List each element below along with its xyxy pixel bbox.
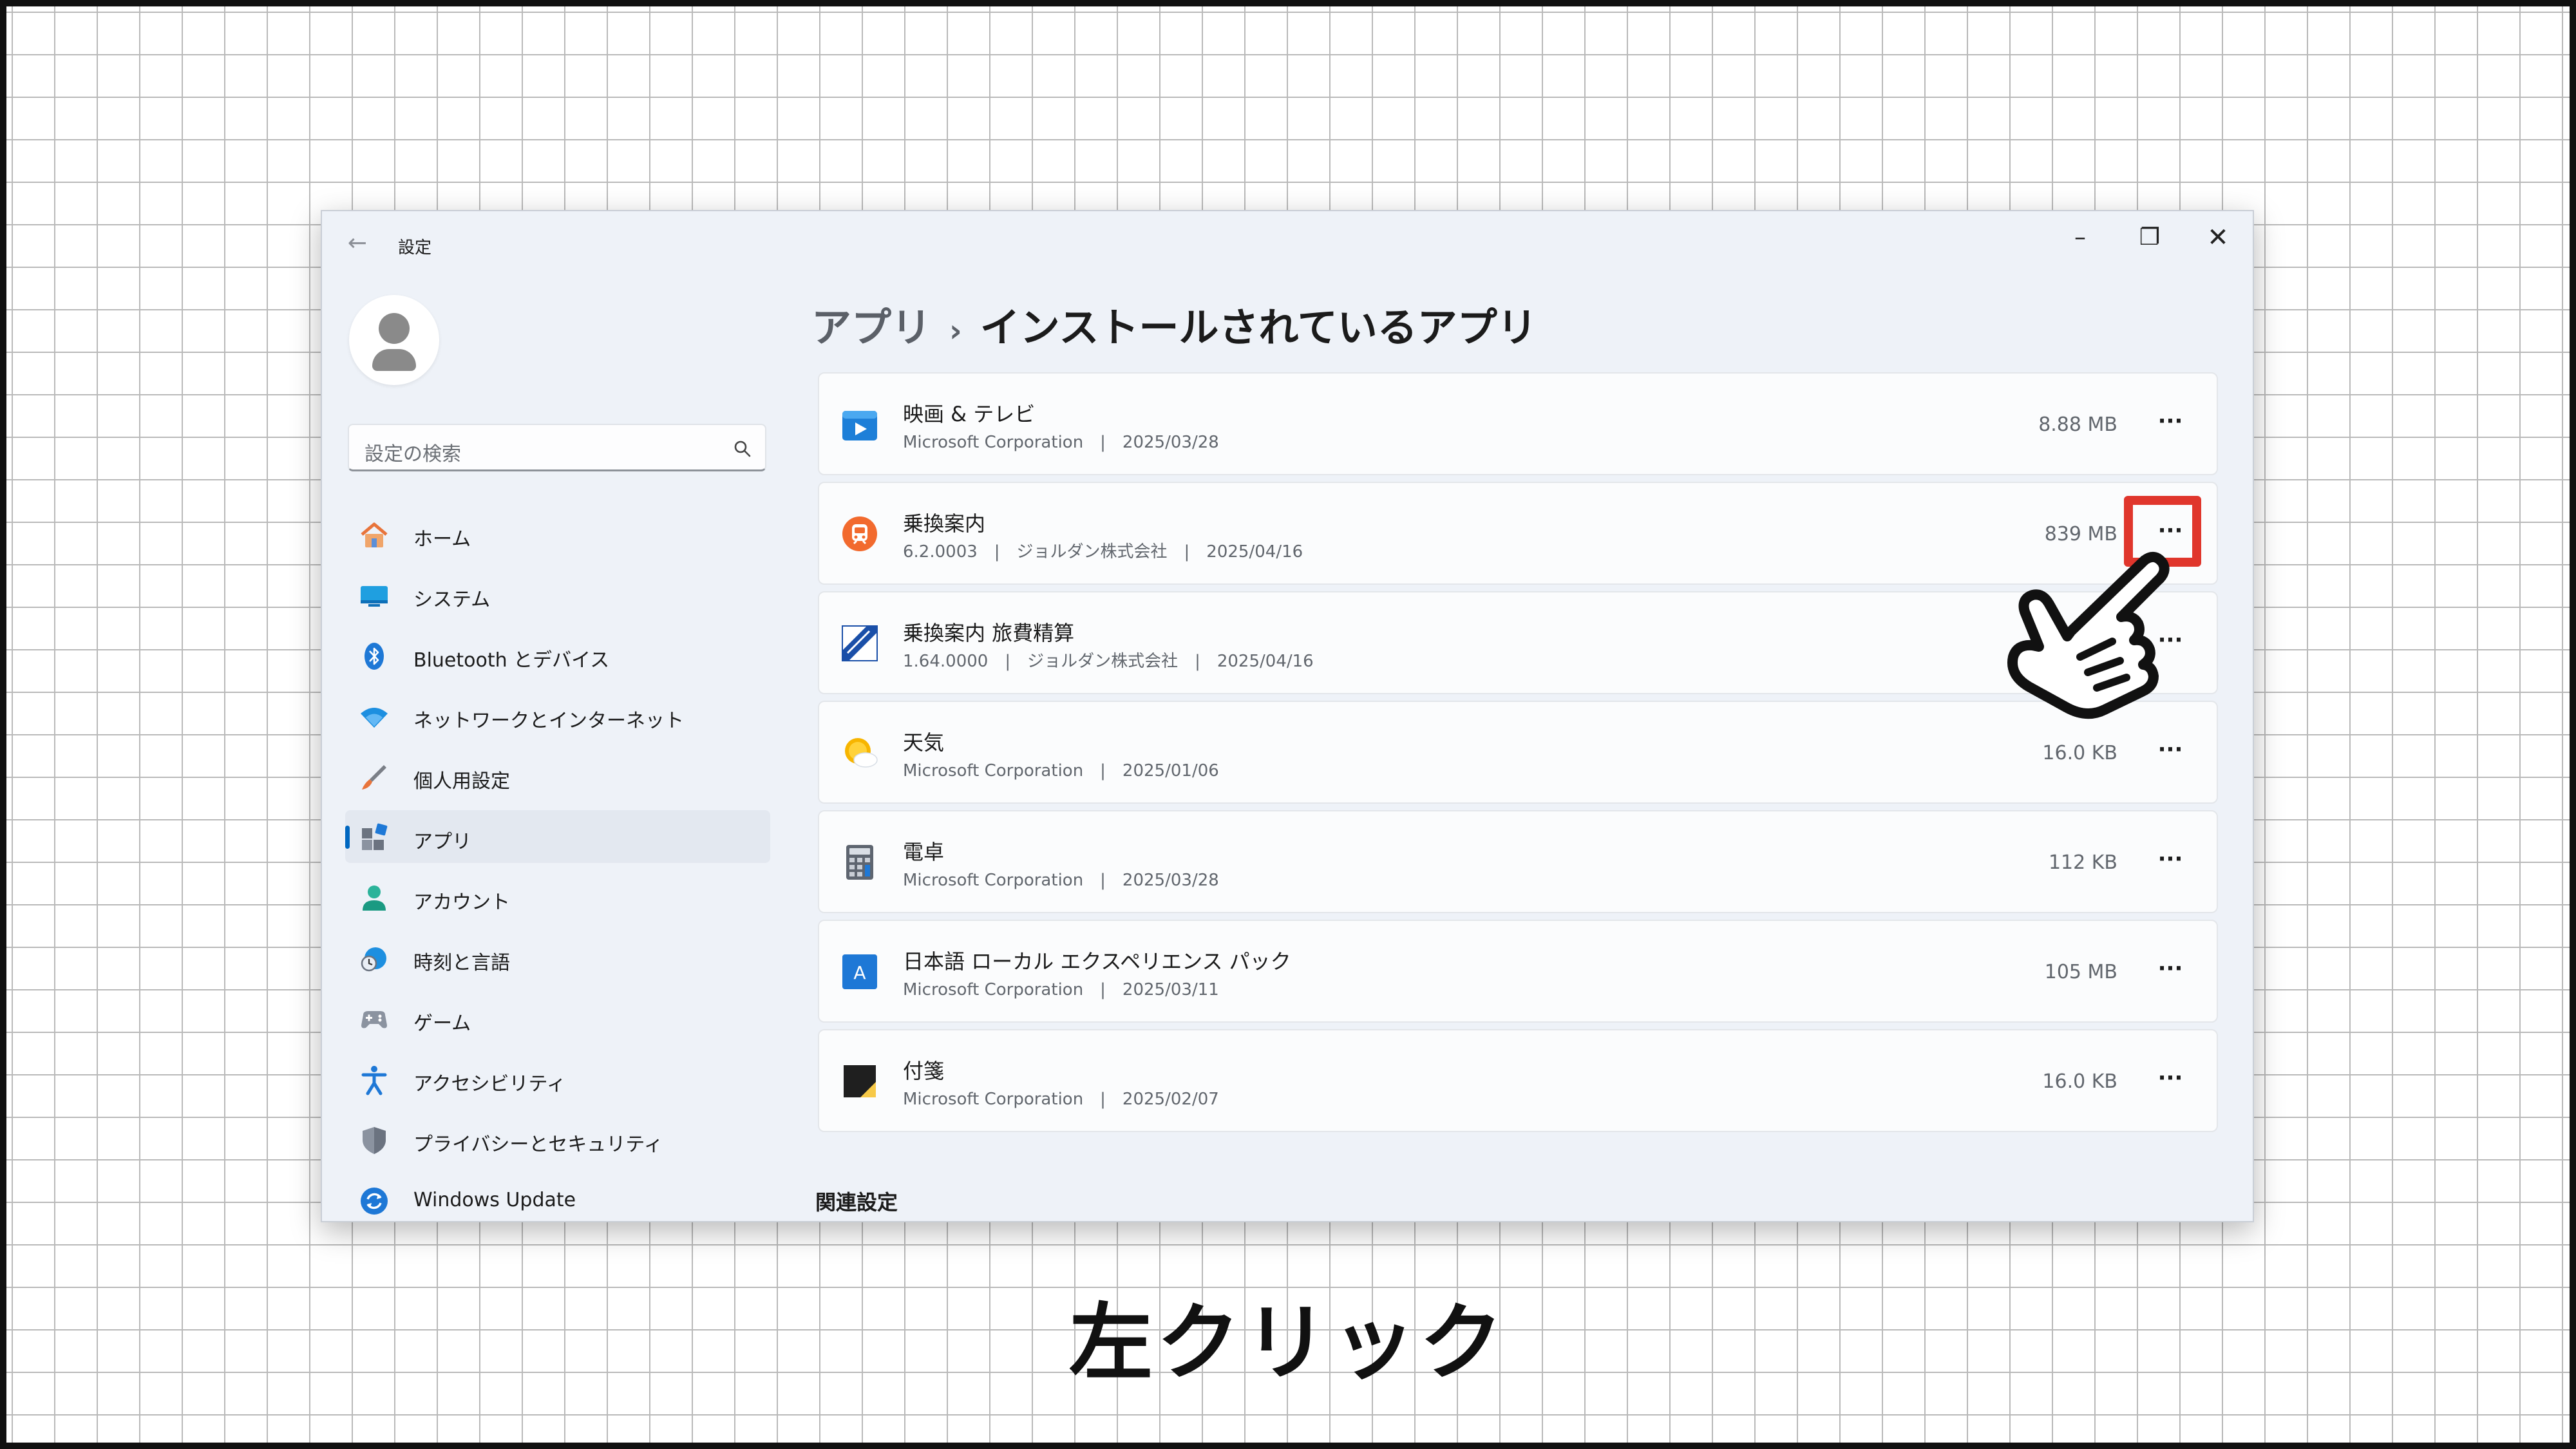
app-name: 乗換案内 <box>903 511 986 536</box>
update-icon <box>361 1188 388 1215</box>
sidebar-item-label: ホーム <box>413 528 471 551</box>
sidebar-item-label: アプリ <box>413 831 471 853</box>
system-icon <box>361 586 388 607</box>
breadcrumb-parent[interactable]: アプリ <box>811 304 931 351</box>
sidebar-item-accessibility[interactable]: アクセシビリティ <box>345 1052 770 1105</box>
account-icon <box>363 886 386 911</box>
search-placeholder: 設定の検索 <box>365 443 461 466</box>
search-icon <box>734 440 751 457</box>
avatar-head-icon <box>379 313 410 344</box>
sidebar-item-apps[interactable]: アプリ <box>345 810 770 863</box>
app-meta: 6.2.0003 | ジョルダン株式会社 | 2025/04/16 <box>903 542 1303 562</box>
sidebar-item-bluetooth[interactable]: Bluetooth とデバイス <box>345 629 770 681</box>
app-size: 16.0 KB <box>2042 1070 2117 1093</box>
sidebar-item-label: ネットワークとインターネット <box>413 710 684 732</box>
bluetooth-icon <box>365 643 384 670</box>
sidebar-item-label: Bluetooth とデバイス <box>413 649 610 672</box>
wifi-icon <box>361 708 388 728</box>
maximize-button[interactable]: ❐ <box>2117 215 2182 260</box>
window-title: 設定 <box>398 238 432 258</box>
sidebar-item-label: ゲーム <box>413 1012 471 1035</box>
more-options-button[interactable]: ··· <box>2151 952 2190 990</box>
app-meta: 1.64.0000 | ジョルダン株式会社 | 2025/04/16 <box>903 652 1314 671</box>
app-name: 電卓 <box>903 840 945 864</box>
sidebar-item-label: プライバシーとセキュリティ <box>413 1133 663 1156</box>
avatar[interactable] <box>349 295 439 385</box>
app-name: 乗換案内 旅費精算 <box>903 621 1075 645</box>
shield-icon <box>363 1127 386 1154</box>
sidebar-item-windows-update[interactable]: Windows Update <box>345 1173 770 1221</box>
svg-text:A: A <box>853 962 866 983</box>
app-meta: Microsoft Corporation | 2025/03/11 <box>903 980 1219 999</box>
sidebar-item-time-language[interactable]: 時刻と言語 <box>345 931 770 984</box>
app-size: 8.88 MB <box>2038 413 2117 436</box>
clock-globe-icon <box>361 947 386 972</box>
app-row-japanese-language-pack[interactable]: A 日本語 ローカル エクスペリエンス パック Microsoft Corpor… <box>818 920 2218 1023</box>
app-row-sticky-notes[interactable]: 付箋 Microsoft Corporation | 2025/02/07 16… <box>818 1029 2218 1132</box>
minimize-button[interactable]: – <box>2048 215 2112 260</box>
search-input[interactable]: 設定の検索 <box>348 424 766 471</box>
sidebar-item-network[interactable]: ネットワークとインターネット <box>345 689 770 742</box>
settings-window: ← 設定 – ❐ ✕ 設定の検索 ホーム システム Bluetooth とデバイ… <box>321 210 2254 1222</box>
page-title: インストールされているアプリ <box>980 304 1537 351</box>
app-name: 付箋 <box>903 1059 945 1083</box>
sidebar-item-label: システム <box>413 589 491 611</box>
more-options-button[interactable]: ··· <box>2151 404 2190 443</box>
app-name: 日本語 ローカル エクスペリエンス パック <box>903 949 1291 974</box>
language-pack-icon: A <box>842 954 877 989</box>
calculator-icon <box>846 845 873 880</box>
weather-icon <box>845 738 878 768</box>
sidebar-item-label: Windows Update <box>413 1189 576 1211</box>
app-name: 天気 <box>903 730 945 755</box>
breadcrumb-separator: › <box>949 313 962 349</box>
apps-icon <box>362 823 388 850</box>
train-icon <box>842 516 877 551</box>
caption: 左クリック <box>1068 1294 1507 1392</box>
app-size: 105 MB <box>2044 961 2117 983</box>
app-row-movies-tv[interactable]: 映画 & テレビ Microsoft Corporation | 2025/03… <box>818 372 2218 475</box>
gamepad-icon <box>361 1011 387 1028</box>
app-meta: Microsoft Corporation | 2025/02/07 <box>903 1090 1219 1109</box>
sticky-notes-icon <box>844 1065 876 1097</box>
back-arrow-icon[interactable]: ← <box>341 231 374 256</box>
related-settings-heading: 関連設定 <box>815 1190 898 1215</box>
app-meta: Microsoft Corporation | 2025/01/06 <box>903 761 1219 781</box>
app-size: 16.0 KB <box>2042 742 2117 764</box>
app-size: 112 KB <box>2048 851 2117 874</box>
close-button[interactable]: ✕ <box>2186 215 2250 260</box>
sidebar-item-label: 個人用設定 <box>413 770 510 793</box>
sidebar-item-gaming[interactable]: ゲーム <box>345 992 770 1045</box>
app-name: 映画 & テレビ <box>903 402 1036 426</box>
sidebar-item-home[interactable]: ホーム <box>345 507 770 560</box>
avatar-body-icon <box>372 349 416 371</box>
sidebar-item-label: 時刻と言語 <box>413 952 510 974</box>
app-meta: Microsoft Corporation | 2025/03/28 <box>903 433 1219 452</box>
breadcrumb: アプリ › インストールされているアプリ <box>811 295 1537 353</box>
pointing-hand-icon <box>2007 551 2170 719</box>
app-row-calculator[interactable]: 電卓 Microsoft Corporation | 2025/03/28 11… <box>818 810 2218 913</box>
movies-tv-icon <box>842 411 877 440</box>
sidebar-item-label: アクセシビリティ <box>413 1073 566 1095</box>
sidebar-item-label: アカウント <box>413 891 510 914</box>
accessibility-icon <box>361 1066 387 1095</box>
sidebar-item-accounts[interactable]: アカウント <box>345 871 770 923</box>
app-meta: Microsoft Corporation | 2025/03/28 <box>903 871 1219 890</box>
sidebar-item-system[interactable]: システム <box>345 568 770 621</box>
brush-icon <box>362 765 386 790</box>
more-options-button[interactable]: ··· <box>2151 1061 2190 1100</box>
sidebar-item-personalization[interactable]: 個人用設定 <box>345 750 770 802</box>
expense-icon <box>842 625 878 661</box>
home-icon <box>361 522 388 547</box>
more-options-button[interactable]: ··· <box>2151 842 2190 881</box>
sidebar-item-privacy-security[interactable]: プライバシーとセキュリティ <box>345 1113 770 1166</box>
title-bar: ← 設定 – ❐ ✕ <box>322 211 2253 270</box>
